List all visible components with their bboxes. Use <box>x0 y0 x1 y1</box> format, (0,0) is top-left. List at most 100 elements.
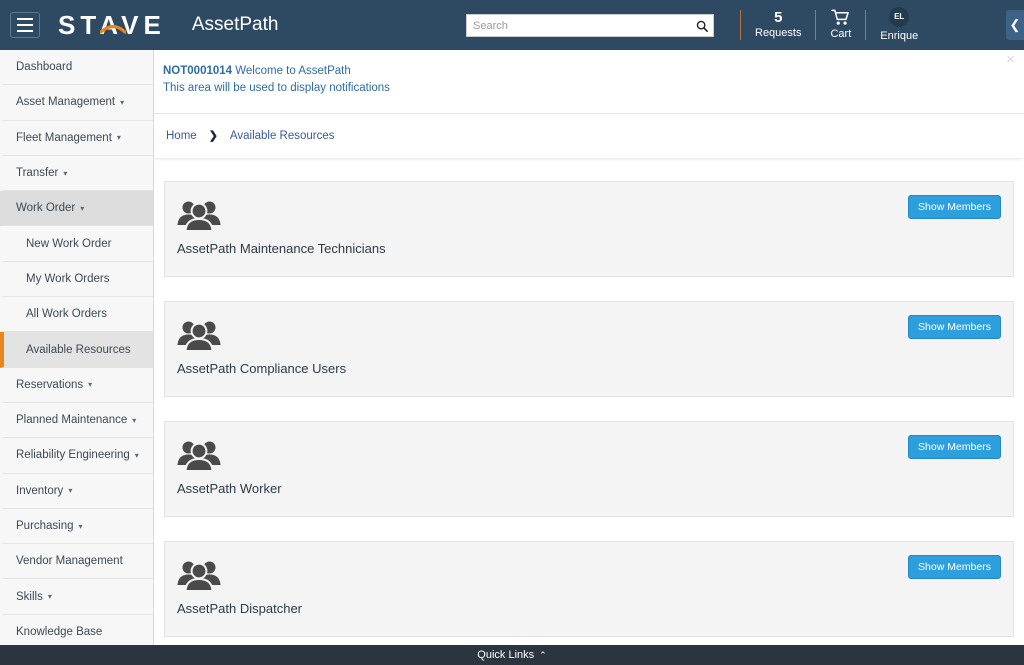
hamburger-bar <box>17 18 33 20</box>
chevron-down-icon: ▾ <box>120 97 125 107</box>
logo-swoosh-icon <box>100 24 126 34</box>
quick-links-bar[interactable]: Quick Links ⌃ <box>0 645 1024 665</box>
sidebar-item-reservations[interactable]: Reservations ▾ <box>0 368 153 403</box>
sidebar-item-label: Fleet Management <box>16 131 112 144</box>
show-members-button[interactable]: Show Members <box>908 314 1001 339</box>
chevron-down-icon: ▾ <box>68 486 73 496</box>
sidebar-item-transfer[interactable]: Transfer ▾ <box>0 156 153 192</box>
app-title: AssetPath <box>191 14 279 35</box>
main-content: NOT0001014 Welcome to AssetPath This are… <box>154 50 1024 645</box>
sidebar-item-reliability-engineering[interactable]: Reliability Engineering ▾ <box>0 438 153 474</box>
show-members-button[interactable]: Show Members <box>908 194 1001 219</box>
chevron-down-icon: ▾ <box>88 380 93 390</box>
sidebar-item-label: Reservations <box>16 378 84 391</box>
resource-card-title: AssetPath Worker <box>177 480 282 496</box>
requests-count: 5 <box>774 9 783 27</box>
hamburger-bar <box>17 24 33 26</box>
group-users-icon <box>177 201 221 232</box>
hamburger-bar <box>17 30 33 32</box>
group-users-icon <box>177 198 221 232</box>
sidebar-item-skills[interactable]: Skills ▾ <box>0 579 153 615</box>
sidebar-item-label: Reliability Engineering <box>16 449 130 462</box>
chevron-down-icon: ▾ <box>63 168 68 178</box>
requests-button[interactable]: 5 Requests <box>741 0 815 50</box>
top-header: STAVE AssetPath 5 Requests Cart <box>0 0 1024 50</box>
sidebar-item-fleet-management[interactable]: Fleet Management ▾ <box>0 121 153 156</box>
search-icon[interactable] <box>691 15 713 36</box>
resource-card: AssetPath Compliance Users Show Members <box>164 300 1014 397</box>
stave-logo[interactable]: STAVE <box>58 10 166 41</box>
sidebar-item-my-work-orders[interactable]: My Work Orders <box>0 262 153 298</box>
notification-body: This area will be used to display notifi… <box>163 82 390 95</box>
search-box[interactable] <box>466 14 714 37</box>
sidebar-item-work-order[interactable]: Work Order ▾ <box>0 191 153 227</box>
resource-card-title: AssetPath Dispatcher <box>177 600 303 616</box>
sidebar-item-label: My Work Orders <box>26 272 110 285</box>
requests-label: Requests <box>755 27 802 40</box>
sidebar-item-dashboard[interactable]: Dashboard <box>0 50 153 86</box>
chevron-down-icon: ▾ <box>132 415 137 425</box>
hamburger-menu-icon[interactable] <box>10 12 40 38</box>
chevron-left-icon[interactable]: ❮ <box>1006 10 1024 40</box>
sidebar-item-label: New Work Order <box>26 237 112 250</box>
user-name: Enrique <box>880 29 919 42</box>
chevron-down-icon: ▾ <box>80 203 85 213</box>
chevron-down-icon: ▾ <box>47 592 52 602</box>
sidebar-item-label: Knowledge Base <box>16 625 103 638</box>
sidebar-item-label: Inventory <box>16 484 64 497</box>
breadcrumb: Home ❯ Available Resources <box>154 114 1024 159</box>
sidebar-item-purchasing[interactable]: Purchasing ▾ <box>0 509 153 545</box>
quick-links-label: Quick Links <box>477 649 535 661</box>
sidebar-item-vendor-management[interactable]: Vendor Management <box>0 544 153 580</box>
group-users-icon <box>177 558 221 592</box>
group-users-icon <box>177 561 221 592</box>
group-users-icon <box>177 318 221 352</box>
sidebar-item-inventory[interactable]: Inventory ▾ <box>0 474 153 509</box>
sidebar-item-label: Work Order <box>16 202 76 215</box>
cart-icon <box>831 9 850 25</box>
sidebar-item-asset-management[interactable]: Asset Management ▾ <box>0 85 153 121</box>
user-menu[interactable]: EL Enrique <box>866 0 932 50</box>
sidebar-item-label: Skills <box>16 590 43 603</box>
chevron-up-icon: ⌃ <box>539 649 547 660</box>
notification-id: NOT0001014 <box>163 65 233 77</box>
group-users-icon <box>177 441 221 472</box>
group-users-icon <box>177 438 221 472</box>
resource-card: AssetPath Dispatcher Show Members <box>164 540 1014 637</box>
avatar: EL <box>889 6 910 27</box>
chevron-down-icon: ▾ <box>78 521 83 531</box>
sidebar-item-label: All Work Orders <box>26 308 107 321</box>
chevron-right-icon: ❯ <box>208 130 218 142</box>
show-members-button[interactable]: Show Members <box>908 554 1001 579</box>
group-users-icon <box>177 321 221 352</box>
sidebar-item-label: Vendor Management <box>16 555 123 568</box>
breadcrumb-home[interactable]: Home <box>166 130 197 142</box>
notification-title-line: NOT0001014 Welcome to AssetPath <box>163 63 1008 80</box>
resource-card: AssetPath Worker Show Members <box>164 420 1014 517</box>
sidebar-item-label: Planned Maintenance <box>16 414 128 427</box>
close-icon[interactable]: × <box>1006 52 1015 67</box>
breadcrumb-current[interactable]: Available Resources <box>230 130 335 142</box>
sidebar-item-knowledge-base[interactable]: Knowledge Base <box>0 615 153 645</box>
sidebar-item-label: Transfer <box>16 167 59 180</box>
sidebar-item-label: Available Resources <box>26 343 131 356</box>
notification-title: Welcome to AssetPath <box>235 65 351 77</box>
resource-card-list: AssetPath Maintenance Technicians Show Me… <box>154 159 1024 637</box>
resource-card-title: AssetPath Maintenance Technicians <box>177 240 386 256</box>
sidebar-item-new-work-order[interactable]: New Work Order <box>0 226 153 262</box>
resource-card: AssetPath Maintenance Technicians Show Me… <box>164 180 1014 277</box>
sidebar-item-available-resources[interactable]: Available Resources <box>0 332 153 368</box>
resource-card-title: AssetPath Compliance Users <box>177 360 347 376</box>
sidebar-item-all-work-orders[interactable]: All Work Orders <box>0 297 153 333</box>
search-input[interactable] <box>467 15 691 36</box>
cart-label: Cart <box>830 27 852 40</box>
sidebar-item-label: Asset Management <box>16 96 116 109</box>
notification-banner: NOT0001014 Welcome to AssetPath This are… <box>154 50 1024 114</box>
sidebar-nav: Dashboard Asset Management ▾ Fleet Manageme… <box>0 50 154 645</box>
show-members-button[interactable]: Show Members <box>908 434 1001 459</box>
cart-button[interactable]: Cart <box>816 0 865 50</box>
chevron-down-icon: ▾ <box>116 133 121 143</box>
sidebar-item-label: Dashboard <box>16 61 73 74</box>
sidebar-item-planned-maintenance[interactable]: Planned Maintenance ▾ <box>0 403 153 439</box>
chevron-down-icon: ▾ <box>134 450 139 460</box>
